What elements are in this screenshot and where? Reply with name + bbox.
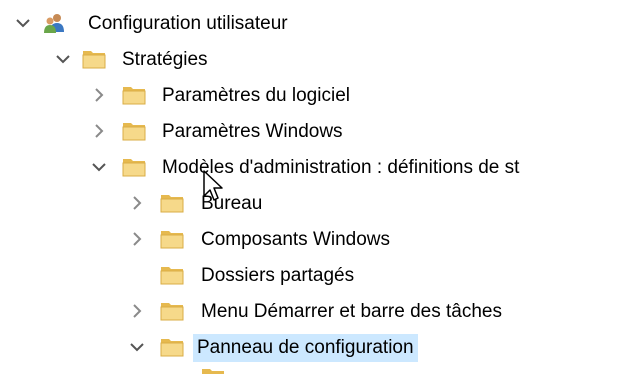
folder-icon bbox=[122, 120, 146, 142]
tree-item-label: Modèles d'administration : définitions d… bbox=[162, 157, 520, 178]
tree-item-label: Configuration utilisateur bbox=[88, 13, 288, 34]
tree-item-label: Paramètres Windows bbox=[162, 121, 343, 142]
tree-item-strategies[interactable]: Stratégies bbox=[0, 42, 626, 78]
tree-item-menu-demarrer[interactable]: Menu Démarrer et barre des tâches bbox=[0, 294, 626, 330]
tree-item-parametres-windows[interactable]: Paramètres Windows bbox=[0, 114, 626, 150]
tree-item-panneau-de-configuration[interactable]: Panneau de configuration bbox=[0, 330, 626, 366]
folder-icon bbox=[201, 366, 225, 374]
tree-item-label: Stratégies bbox=[122, 49, 208, 70]
tree-item-configuration-utilisateur[interactable]: Configuration utilisateur bbox=[0, 6, 626, 42]
tree-view: Configuration utilisateur Stratégies Par… bbox=[0, 0, 626, 374]
chevron-right-icon[interactable] bbox=[126, 300, 148, 322]
tree-item-label: Composants Windows bbox=[201, 229, 391, 250]
tree-item-dossiers-partages[interactable]: Dossiers partagés bbox=[0, 258, 626, 294]
tree-item-label: Bureau bbox=[201, 193, 263, 214]
tree-item-modeles-administration[interactable]: Modèles d'administration : définitions d… bbox=[0, 150, 626, 186]
folder-icon bbox=[160, 264, 184, 286]
chevron-down-icon[interactable] bbox=[126, 336, 148, 358]
folder-icon bbox=[160, 336, 184, 358]
folder-icon bbox=[160, 228, 184, 250]
folder-icon bbox=[82, 48, 106, 70]
chevron-right-icon[interactable] bbox=[126, 192, 148, 214]
chevron-right-icon[interactable] bbox=[88, 120, 110, 142]
folder-icon bbox=[160, 300, 184, 322]
tree-item-label: Dossiers partagés bbox=[201, 265, 355, 286]
chevron-down-icon[interactable] bbox=[88, 156, 110, 178]
tree-item-label: Paramètres du logiciel bbox=[162, 85, 350, 106]
chevron-down-icon[interactable] bbox=[52, 48, 74, 70]
chevron-right-icon[interactable] bbox=[126, 228, 148, 250]
users-icon bbox=[42, 12, 66, 34]
tree-item-label: Panneau de configuration bbox=[193, 334, 418, 362]
tree-item-label: Menu Démarrer et barre des tâches bbox=[201, 301, 502, 322]
tree-item-bureau[interactable]: Bureau bbox=[0, 186, 626, 222]
folder-icon bbox=[160, 192, 184, 214]
folder-icon bbox=[122, 156, 146, 178]
tree-item-composants-windows[interactable]: Composants Windows bbox=[0, 222, 626, 258]
chevron-down-icon[interactable] bbox=[12, 12, 34, 34]
folder-icon bbox=[122, 84, 146, 106]
tree-item-parametres-du-logiciel[interactable]: Paramètres du logiciel bbox=[0, 78, 626, 114]
chevron-right-icon[interactable] bbox=[88, 84, 110, 106]
